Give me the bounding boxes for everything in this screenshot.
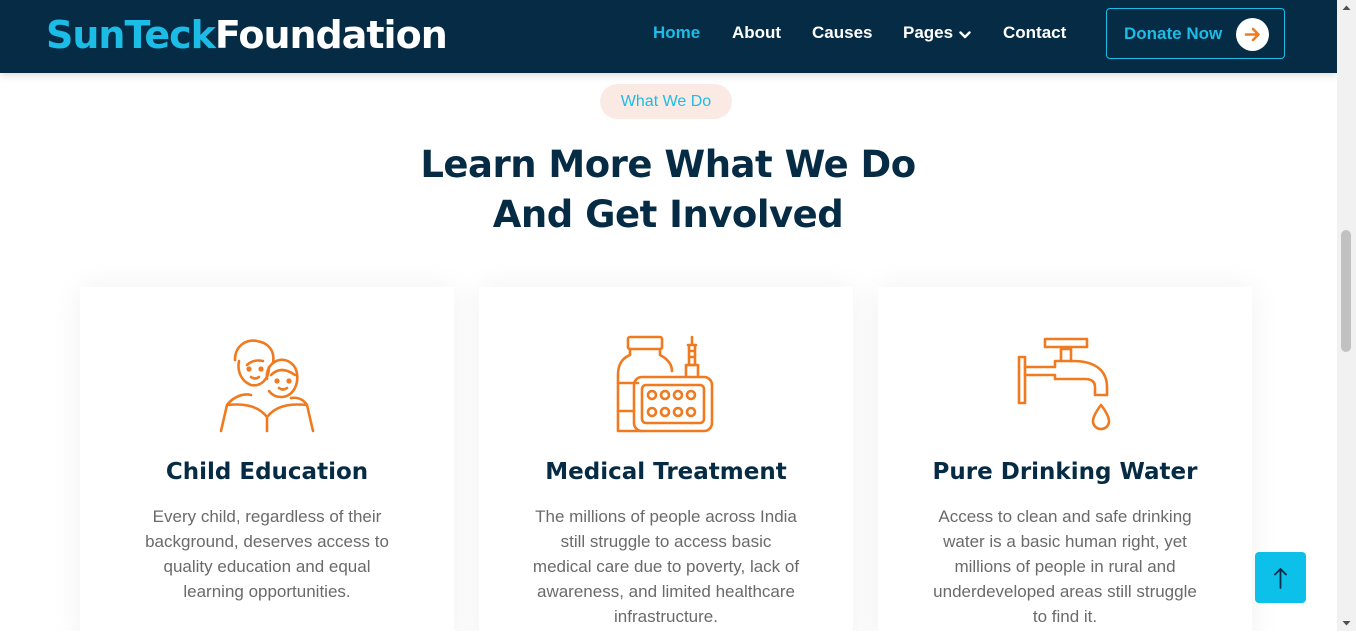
card-child-education[interactable]: Child Education Every child, regardless … [80, 287, 454, 631]
logo-part-foundation: Foundation [214, 13, 448, 57]
section-heading: Learn More What We Do And Get Involved [368, 140, 968, 240]
donate-now-label: Donate Now [1124, 24, 1223, 43]
card-medical-treatment[interactable]: Medical Treatment The millions of people… [479, 287, 853, 631]
scroll-up-arrow-icon[interactable] [1337, 0, 1356, 16]
nav-contact[interactable]: Contact [1003, 22, 1066, 44]
card-title: Child Education [165, 459, 369, 485]
section-heading-line1: Learn More What We Do [420, 143, 916, 186]
card-text: The millions of people across India stil… [532, 507, 800, 626]
water-tap-icon [1015, 335, 1115, 435]
chevron-down-icon [959, 23, 971, 45]
page: SunTeckFoundation Home About Causes Page… [0, 0, 1337, 631]
section-tag: What We Do [600, 84, 732, 119]
site-header: SunTeckFoundation Home About Causes Page… [0, 0, 1337, 73]
page-scrollbar[interactable] [1337, 0, 1356, 631]
section-heading-line2: And Get Involved [492, 193, 844, 236]
arrow-right-icon [1236, 18, 1269, 51]
nav-home[interactable]: Home [653, 22, 700, 44]
donate-now-button[interactable]: Donate Now [1106, 8, 1285, 59]
scroll-to-top-button[interactable] [1255, 552, 1306, 603]
card-text: Access to clean and safe drinking water … [933, 507, 1197, 626]
scrollbar-thumb[interactable] [1341, 230, 1351, 352]
card-pure-drinking-water[interactable]: Pure Drinking Water Access to clean and … [878, 287, 1252, 631]
nav-about[interactable]: About [732, 22, 781, 44]
children-reading-icon [217, 335, 317, 435]
nav-causes[interactable]: Causes [812, 22, 872, 44]
card-title: Medical Treatment [545, 459, 787, 485]
medicine-icon [616, 335, 716, 435]
site-logo[interactable]: SunTeckFoundation [46, 12, 448, 58]
card-text: Every child, regardless of their backgro… [145, 507, 389, 601]
logo-part-sunteck: SunTeck [46, 13, 216, 57]
card-title: Pure Drinking Water [932, 459, 1198, 485]
nav-pages[interactable]: Pages [903, 22, 971, 45]
nav-pages-label: Pages [903, 23, 954, 42]
scroll-down-arrow-icon[interactable] [1337, 615, 1356, 631]
